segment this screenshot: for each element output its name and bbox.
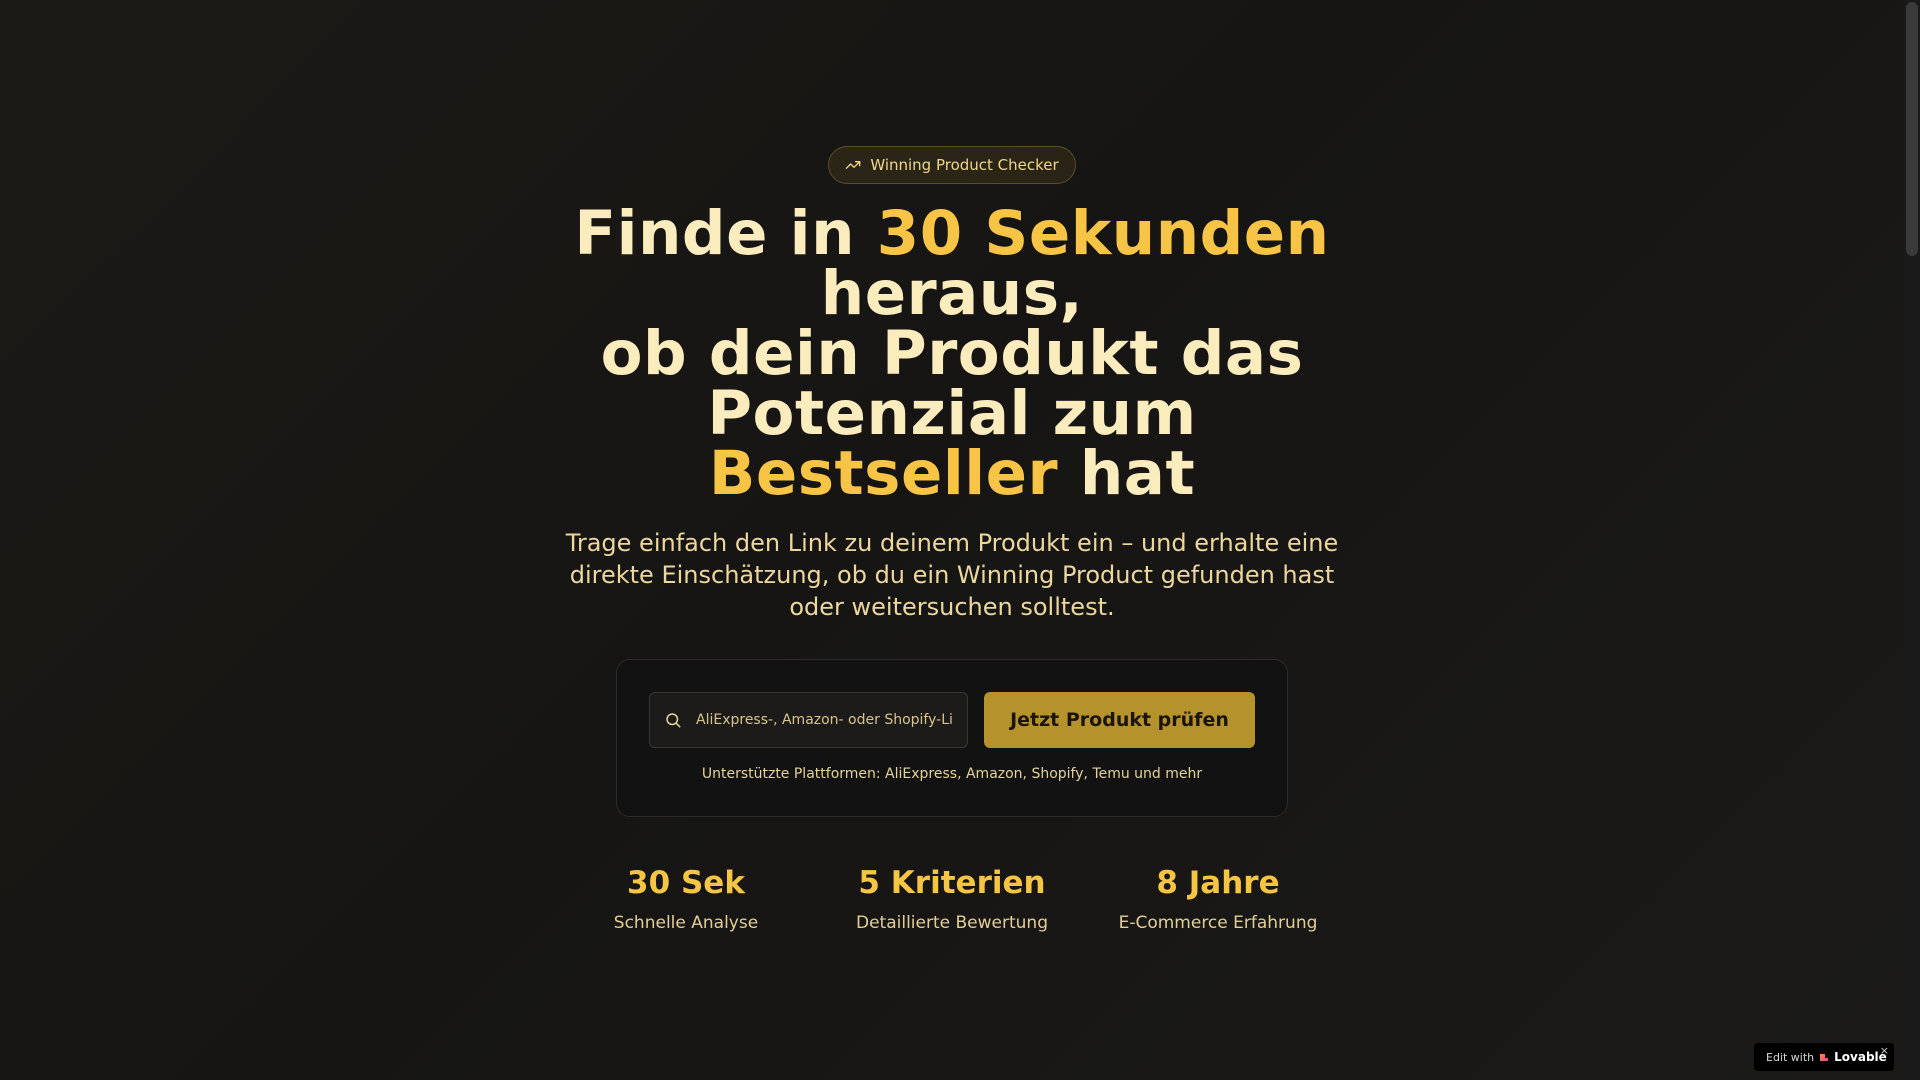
lovable-heart-icon [1820,1054,1829,1061]
stat-label: E-Commerce Erfahrung [1118,913,1318,933]
lovable-prefix: Edit with [1766,1050,1815,1064]
title-highlight-bestseller: Bestseller [708,438,1059,509]
search-icon [666,713,681,728]
stat-item: 30 Sek Schnelle Analyse [553,865,819,933]
scrollbar-thumb[interactable] [1906,2,1918,256]
title-text-4: hat [1058,438,1196,509]
search-field[interactable] [649,692,968,748]
edit-with-lovable-badge[interactable]: Edit with Lovable × [1754,1043,1894,1071]
trending-up-icon [845,161,861,169]
stat-value: 5 Kriterien [858,865,1046,901]
product-link-input[interactable] [696,712,952,728]
page-scrollbar[interactable] [1904,0,1920,1080]
hero-section: Winning Product Checker Finde in 30 Seku… [0,0,1904,1080]
badge-label: Winning Product Checker [870,156,1059,174]
stat-label: Schnelle Analyse [613,913,759,933]
close-icon[interactable]: × [1880,1044,1889,1057]
check-product-button[interactable]: Jetzt Produkt prüfen [983,692,1255,748]
title-text-3: ob dein Produkt das Potenzial zum [600,318,1304,449]
product-check-card: Jetzt Produkt prüfen Unterstützte Plattf… [616,659,1288,817]
stat-item: 5 Kriterien Detaillierte Bewertung [819,865,1085,933]
page-title: Finde in 30 Sekunden heraus, ob dein Pro… [572,203,1332,504]
stats-row: 30 Sek Schnelle Analyse 5 Kriterien Deta… [553,865,1351,933]
supported-platforms-note: Unterstützte Plattformen: AliExpress, Am… [701,766,1203,782]
stat-value: 30 Sek [627,865,745,901]
stat-item: 8 Jahre E-Commerce Erfahrung [1085,865,1351,933]
product-checker-badge: Winning Product Checker [828,146,1076,184]
stat-value: 8 Jahre [1156,865,1280,901]
stat-label: Detaillierte Bewertung [856,913,1048,933]
subtitle: Trage einfach den Link zu deinem Produkt… [565,529,1339,621]
